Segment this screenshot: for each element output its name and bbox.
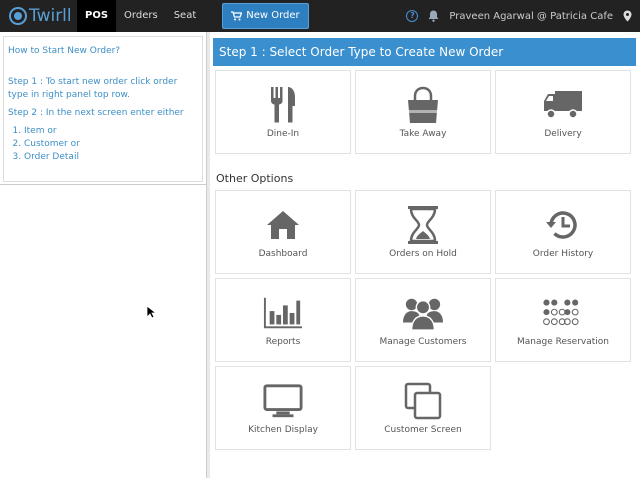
tile-label: Dine-In: [266, 129, 300, 139]
tile-label: Kitchen Display: [248, 425, 318, 435]
order-type-take-away[interactable]: Take Away: [355, 70, 491, 154]
delivery-truck-icon: [544, 91, 582, 119]
main-panel: Step 1 : Select Order Type to Create New…: [210, 32, 640, 478]
tile-label: Dashboard: [258, 249, 308, 259]
reservation-icon: [543, 299, 579, 326]
option-kitchen-display[interactable]: Kitchen Display: [215, 366, 351, 450]
left-panel: How to Start New Order? Step 1 : To star…: [0, 32, 207, 478]
history-icon: [546, 211, 577, 239]
help-step-1: Step 1 : To start new order click order …: [8, 77, 178, 100]
help-step-2: Step 2 : In the next screen enter either: [8, 108, 184, 118]
mouse-cursor-icon: [146, 305, 156, 319]
step-header: Step 1 : Select Order Type to Create New…: [213, 38, 636, 66]
logo-text: Twirll: [29, 6, 72, 26]
new-order-label: New Order: [246, 10, 300, 21]
option-order-history[interactable]: Order History: [495, 190, 631, 274]
top-navbar: Twirll POS Orders Seat New Order ? Prave…: [0, 0, 640, 32]
take-away-icon: [408, 86, 438, 123]
hourglass-icon: [408, 206, 438, 244]
tab-pos[interactable]: POS: [77, 0, 117, 32]
tile-label: Orders on Hold: [389, 249, 457, 259]
help-list-item: Item or: [24, 125, 198, 138]
home-icon: [267, 211, 299, 239]
users-icon: [403, 298, 443, 331]
bar-chart-icon: [263, 297, 303, 329]
help-icon[interactable]: ?: [406, 10, 419, 22]
app-logo[interactable]: Twirll: [9, 6, 77, 26]
tile-label: Reports: [265, 337, 301, 347]
option-manage-reservation[interactable]: Manage Reservation: [495, 278, 631, 362]
dine-in-icon: [271, 87, 295, 123]
tile-label: Order History: [532, 249, 594, 259]
divider: [0, 184, 207, 185]
user-info[interactable]: Praveen Agarwal @ Patricia Cafe: [449, 11, 613, 22]
cart-icon: [231, 11, 243, 21]
screens-icon: [404, 382, 442, 420]
option-reports[interactable]: Reports: [215, 278, 351, 362]
tile-label: Customer Screen: [384, 425, 462, 435]
other-options-title: Other Options: [216, 172, 294, 185]
option-manage-customers[interactable]: Manage Customers: [355, 278, 491, 362]
option-dashboard[interactable]: Dashboard: [215, 190, 351, 274]
tile-label: Delivery: [544, 129, 582, 139]
tab-seat[interactable]: Seat: [166, 0, 205, 32]
tile-label: Take Away: [399, 129, 447, 139]
option-customer-screen[interactable]: Customer Screen: [355, 366, 491, 450]
tile-label: Manage Customers: [379, 337, 467, 347]
location-pin-icon[interactable]: [623, 10, 632, 22]
tab-orders[interactable]: Orders: [116, 0, 166, 32]
help-list-item: Order Detail: [24, 151, 198, 164]
option-orders-on-hold[interactable]: Orders on Hold: [355, 190, 491, 274]
monitor-icon: [263, 384, 303, 418]
logo-icon: [9, 7, 27, 25]
help-list-item: Customer or: [24, 138, 198, 151]
bell-icon[interactable]: [428, 10, 439, 22]
new-order-button[interactable]: New Order: [222, 3, 309, 29]
help-list: Item or Customer or Order Detail: [24, 125, 198, 164]
help-title: How to Start New Order?: [8, 46, 121, 56]
order-type-dine-in[interactable]: Dine-In: [215, 70, 351, 154]
tile-label: Manage Reservation: [516, 337, 609, 347]
help-box: How to Start New Order? Step 1 : To star…: [3, 36, 203, 182]
order-type-delivery[interactable]: Delivery: [495, 70, 631, 154]
